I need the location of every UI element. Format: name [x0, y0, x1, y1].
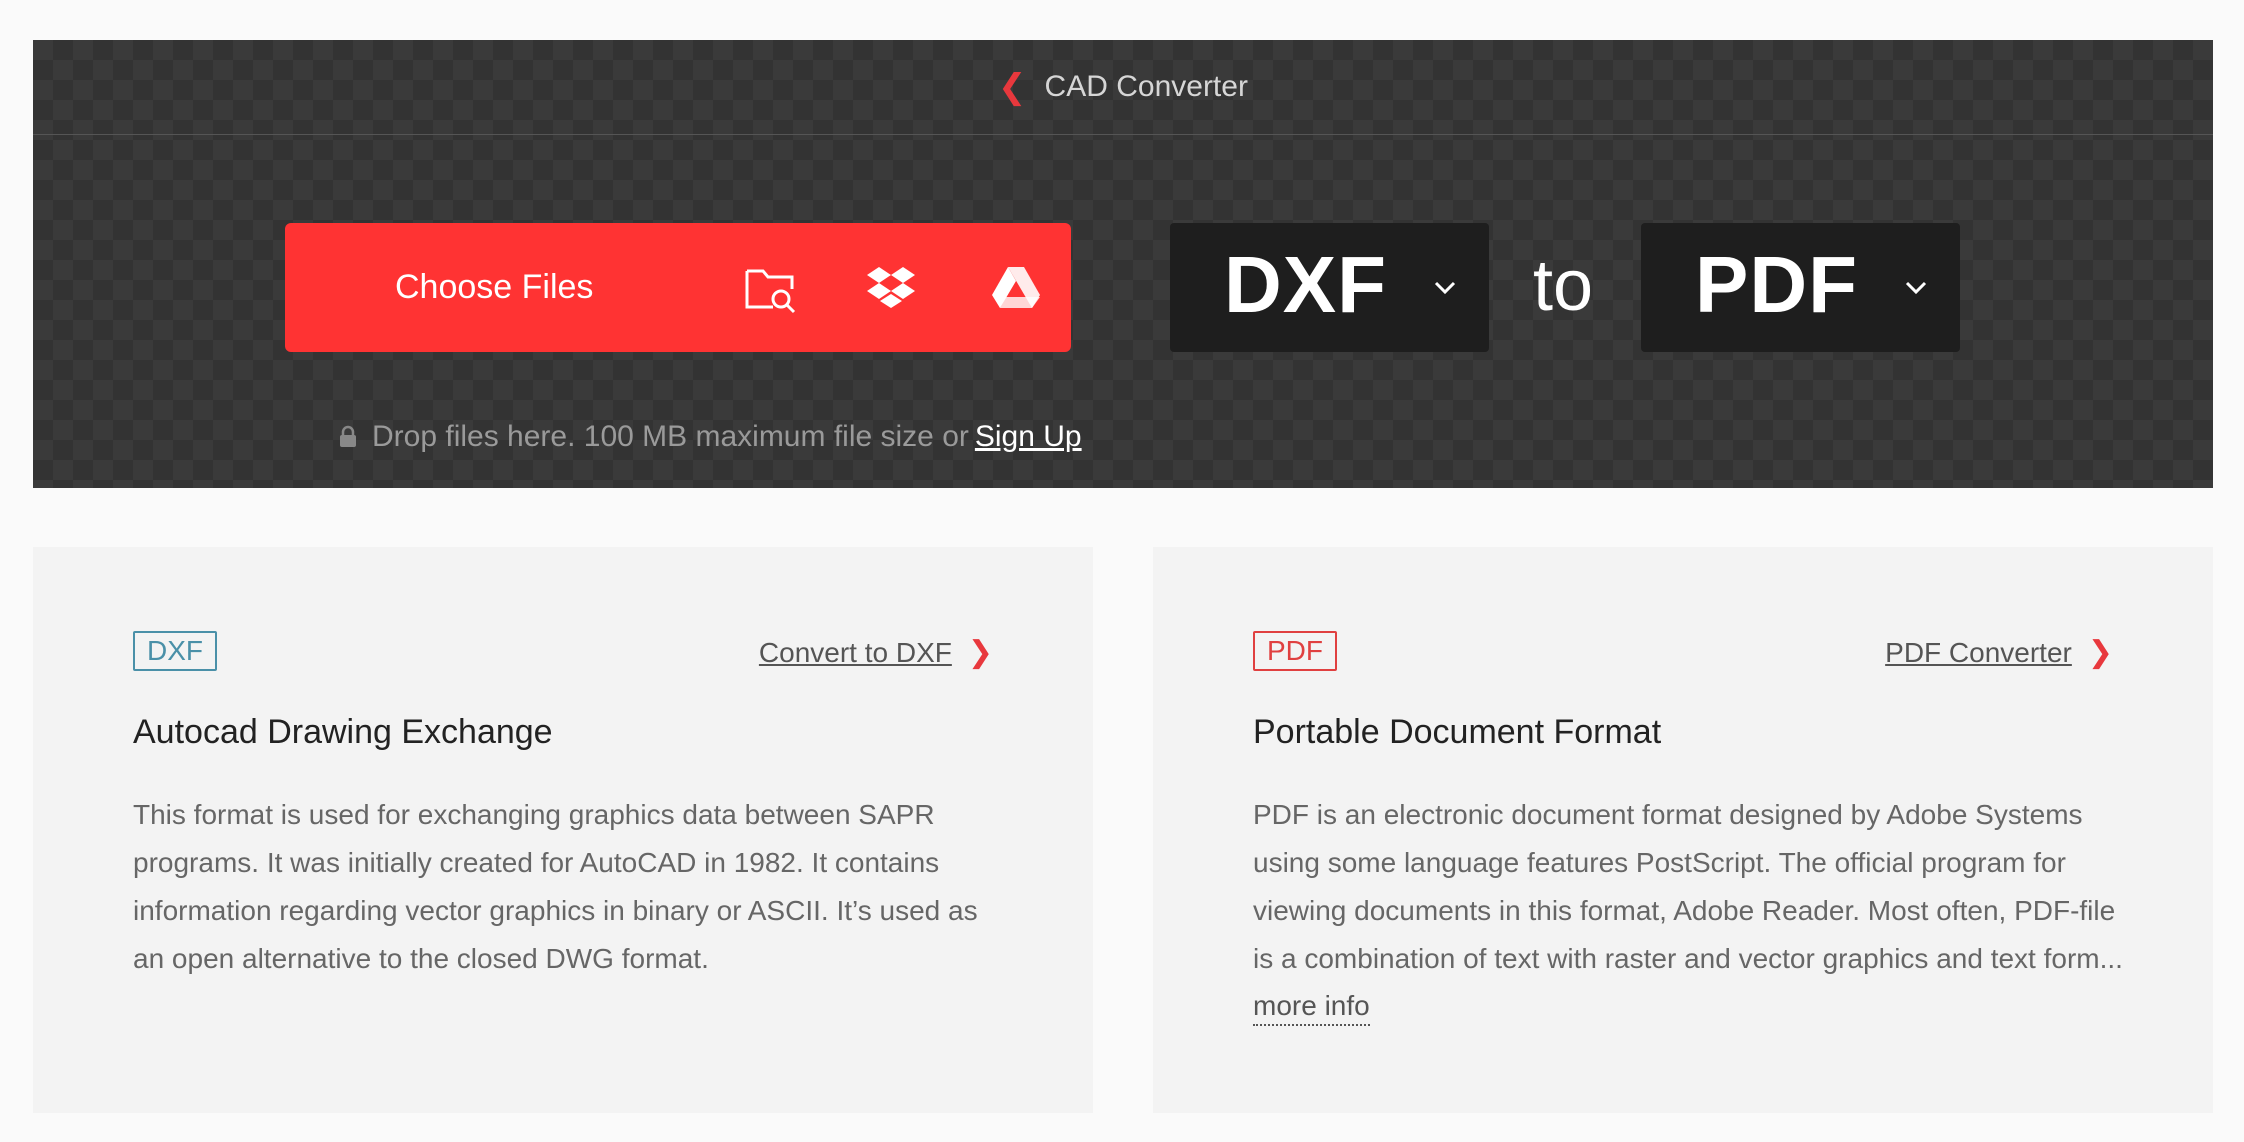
format-card-pdf: PDF PDF Converter ❯ Portable Document Fo…	[1153, 547, 2213, 1113]
choose-files-label: Choose Files	[395, 268, 594, 306]
target-format-select[interactable]: PDF	[1641, 223, 1960, 352]
card-title: Autocad Drawing Exchange	[133, 713, 553, 751]
google-drive-icon[interactable]	[989, 261, 1043, 315]
sign-up-link[interactable]: Sign Up	[975, 420, 1082, 454]
chevron-down-icon	[1905, 281, 1927, 295]
drop-zone-hint: Drop files here. 100 MB maximum file siz…	[338, 420, 1082, 454]
breadcrumb: ❮ CAD Converter	[33, 40, 2213, 135]
convert-to-dxf-link[interactable]: Convert to DXF ❯	[759, 635, 993, 670]
card-link-label[interactable]: Convert to DXF	[759, 637, 952, 669]
source-format-select[interactable]: DXF	[1170, 223, 1489, 352]
drop-text: Drop files here. 100 MB maximum file siz…	[372, 420, 969, 453]
breadcrumb-cad-converter[interactable]: CAD Converter	[1045, 70, 1248, 104]
folder-search-icon[interactable]	[743, 261, 797, 315]
card-description: PDF is an electronic document format des…	[1253, 799, 2123, 974]
source-format-value: DXF	[1224, 240, 1387, 329]
conversion-connector: to	[1533, 246, 1594, 326]
format-card-dxf: DXF Convert to DXF ❯ Autocad Drawing Exc…	[33, 547, 1093, 1113]
converter-hero: ❮ CAD Converter Choose Files Drop files …	[33, 40, 2213, 488]
format-badge: DXF	[133, 631, 217, 671]
card-description: This format is used for exchanging graph…	[133, 799, 978, 974]
card-title: Portable Document Format	[1253, 713, 1662, 751]
chevron-right-icon: ❯	[2087, 636, 2113, 669]
card-link-label[interactable]: PDF Converter	[1885, 637, 2072, 669]
choose-files-button[interactable]: Choose Files	[285, 223, 1071, 352]
pdf-converter-link[interactable]: PDF Converter ❯	[1885, 635, 2113, 670]
dropbox-icon[interactable]	[864, 261, 918, 315]
lock-icon	[340, 425, 356, 447]
chevron-down-icon	[1434, 281, 1456, 295]
chevron-right-icon: ❯	[967, 636, 993, 669]
chevron-left-icon[interactable]: ❮	[998, 70, 1027, 104]
target-format-value: PDF	[1695, 240, 1858, 329]
more-info-link[interactable]: more info	[1253, 988, 1370, 1026]
format-badge: PDF	[1253, 631, 1337, 671]
